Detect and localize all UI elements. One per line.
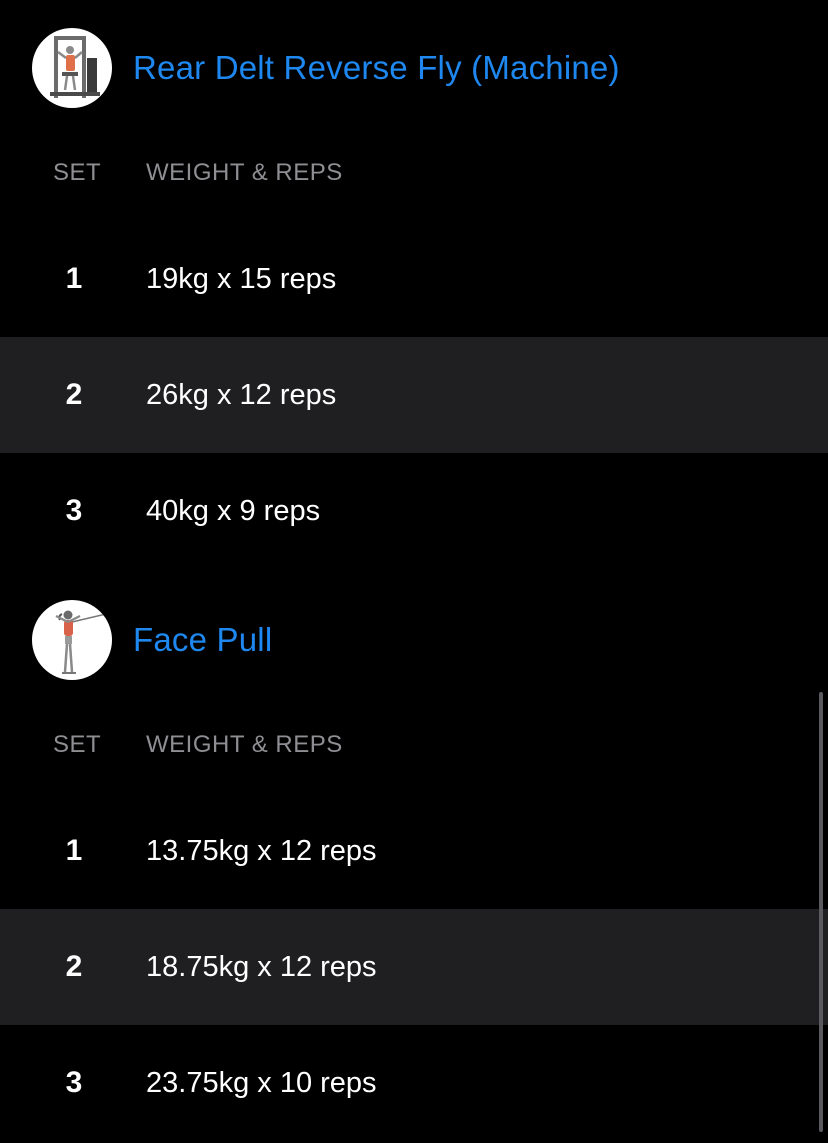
set-row: 3 40kg x 9 reps — [0, 453, 828, 569]
exercise-header[interactable]: Rear Delt Reverse Fly (Machine) — [0, 28, 828, 108]
exercise-thumbnail[interactable] — [32, 600, 112, 680]
set-weight-reps: 19kg x 15 reps — [146, 263, 337, 295]
column-header-weight-reps: WEIGHT & REPS — [146, 731, 343, 758]
set-weight-reps: 23.75kg x 10 reps — [146, 1067, 377, 1099]
exercise-header[interactable]: Face Pull — [0, 600, 828, 680]
set-row: 2 26kg x 12 reps — [0, 337, 828, 453]
set-row: 1 13.75kg x 12 reps — [0, 793, 828, 909]
set-number: 2 — [65, 950, 83, 983]
set-number: 1 — [65, 262, 83, 295]
set-weight-reps: 26kg x 12 reps — [146, 379, 337, 411]
set-row: 2 18.75kg x 12 reps — [0, 909, 828, 1025]
column-header-set: SET — [53, 731, 102, 758]
set-weight-reps: 13.75kg x 12 reps — [146, 835, 377, 867]
vertical-scrollbar[interactable] — [819, 692, 823, 1132]
set-number: 3 — [65, 494, 83, 527]
exercise-title[interactable]: Face Pull — [133, 600, 272, 680]
machine-exercise-illustration-icon — [50, 36, 100, 98]
set-number: 1 — [65, 834, 83, 867]
set-number: 2 — [65, 378, 83, 411]
exercise-thumbnail[interactable] — [32, 28, 112, 108]
set-row: 1 19kg x 15 reps — [0, 221, 828, 337]
set-weight-reps: 18.75kg x 12 reps — [146, 951, 377, 983]
set-weight-reps: 40kg x 9 reps — [146, 495, 321, 527]
set-row: 3 23.75kg x 10 reps — [0, 1025, 828, 1141]
column-header-weight-reps: WEIGHT & REPS — [146, 159, 343, 186]
set-number: 3 — [65, 1066, 83, 1099]
column-header-set: SET — [53, 159, 102, 186]
exercise-title[interactable]: Rear Delt Reverse Fly (Machine) — [133, 28, 620, 108]
cable-exercise-illustration-icon — [55, 610, 107, 674]
